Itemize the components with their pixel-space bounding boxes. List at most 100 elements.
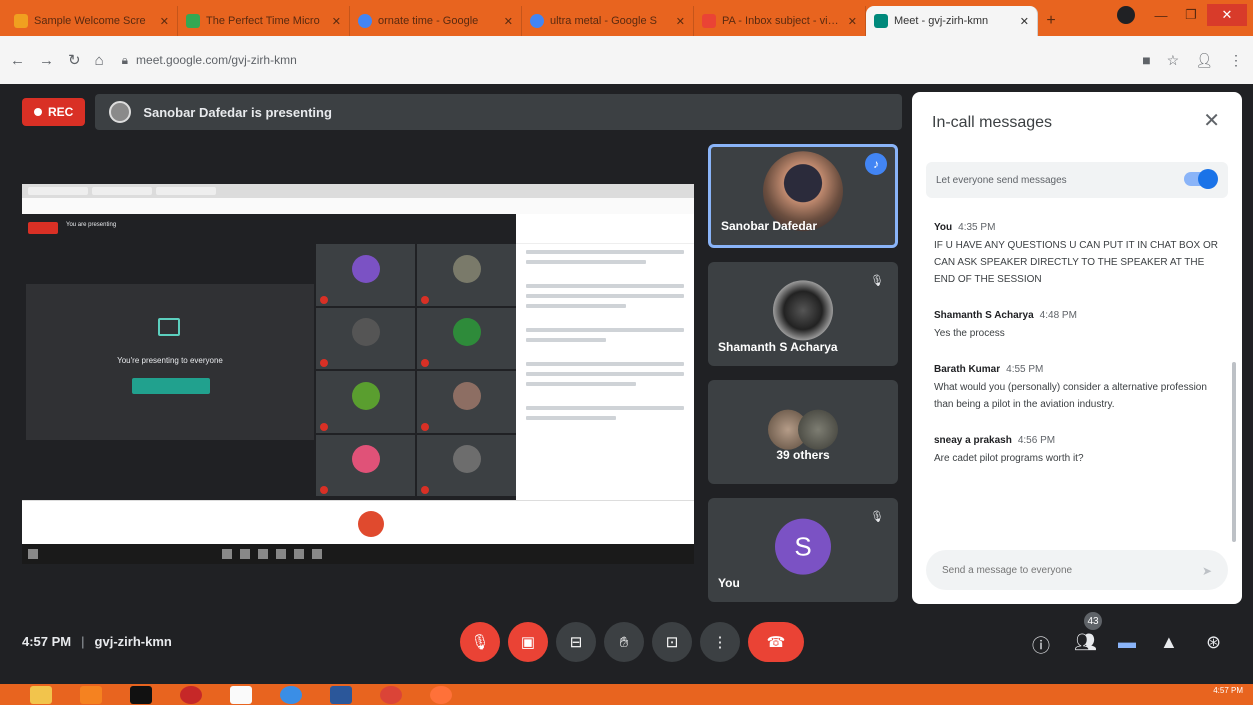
captions-button[interactable]: ⊟ [556,622,596,662]
tab-close-icon[interactable]: ✕ [848,15,857,28]
system-clock: 4:57 PM [1213,686,1243,695]
browser-tab[interactable]: ornate time - Google ✕ [350,6,522,36]
shared-tab-bar [22,184,694,198]
shared-rec-badge [28,222,58,234]
message-time: 4:55 PM [1006,364,1044,375]
browser-tab[interactable]: The Perfect Time Micro ✕ [178,6,350,36]
shared-screen: You are presenting You're presenting to … [22,184,694,564]
participant-tile[interactable]: 🎙︎ Shamanth S Acharya [708,262,898,366]
host-controls-icon[interactable]: ⊛ [1206,632,1221,653]
close-icon[interactable]: ✕ [1203,108,1220,133]
app-red-icon[interactable] [180,685,202,704]
chat-panel: In-call messages ✕ Let everyone send mes… [912,92,1242,604]
restore-button[interactable]: ❐ [1177,4,1205,26]
browser-tab[interactable]: Sample Welcome Scre ✕ [6,6,178,36]
message-header: You 4:35 PM [934,222,1224,233]
window-close-button[interactable]: ✕ [1207,4,1247,26]
tab-close-icon[interactable]: ✕ [332,15,341,28]
self-tile[interactable]: S 🎙︎ You [708,498,898,602]
chat-scrollbar[interactable] [1232,362,1236,542]
message-text: Are cadet pilot programs worth it? [934,453,1084,464]
new-tab-button[interactable]: + [1038,6,1064,36]
camera-toggle-button[interactable]: ▣ [508,622,548,662]
participant-name: Shamanth S Acharya [718,340,838,354]
tab-close-icon[interactable]: ✕ [160,15,169,28]
more-options-button[interactable]: ⋮ [700,622,740,662]
home-icon[interactable]: ⌂ [95,52,104,69]
tab-favicon-icon [186,14,200,28]
shared-tile [417,434,516,496]
recording-badge[interactable]: REC [22,98,86,126]
meeting-info: 4:57 PM | gvj-zirh-kmn [22,634,172,649]
profile-icon[interactable] [1117,6,1135,24]
raise-hand-button[interactable]: ✋︎ [604,622,644,662]
firefox-icon[interactable] [430,685,452,704]
speaking-indicator-icon: ♪ [865,153,887,175]
message-sender: You [934,222,953,233]
present-screen-icon [158,318,180,336]
notepad-icon[interactable] [230,685,252,704]
message-sender: Shamanth S Acharya [934,310,1034,321]
people-icon[interactable]: 👥︎ [1074,632,1097,653]
message-header: Shamanth S Acharya 4:48 PM [934,310,1224,321]
browser-tab[interactable]: ultra metal - Google S ✕ [522,6,694,36]
send-icon[interactable]: ➤ [1202,564,1216,578]
tab-title: Sample Welcome Scre [34,15,146,27]
internet-explorer-icon[interactable] [280,685,302,704]
browser-tab[interactable]: PA - Inbox subject - vineeth ✕ [694,6,866,36]
present-button[interactable]: ⊡ [652,622,692,662]
others-count: 39 others [776,448,830,462]
tab-close-icon[interactable]: ✕ [676,15,685,28]
shared-participant-grid [316,244,516,496]
activities-icon[interactable]: ▲ [1160,632,1178,653]
tab-favicon-icon [358,14,372,28]
menu-kebab-icon[interactable]: ⋮ [1229,52,1243,69]
chat-message-input[interactable] [926,550,1228,590]
account-icon[interactable]: 👤︎ [1195,52,1213,69]
app-a-icon[interactable] [130,685,152,704]
file-explorer-icon[interactable] [30,685,52,704]
message-text: Yes the process [934,328,1005,339]
stop-presenting-button [132,378,210,394]
message-header: sneay a prakash 4:56 PM [934,435,1224,446]
chat-icon[interactable]: ▬ [1118,632,1136,653]
forward-icon[interactable]: → [39,52,54,69]
vlc-icon[interactable] [80,685,102,704]
presenting-banner: Sanobar Dafedar is presenting [95,94,902,130]
minimize-button[interactable]: — [1147,4,1175,26]
camera-indicator-icon[interactable]: ■ [1142,52,1150,69]
presenter-avatar [109,101,132,123]
tab-favicon-icon [530,14,544,28]
participant-tile[interactable]: ♪ Sanobar Dafedar [708,144,898,248]
address-bar[interactable]: 🔒︎ meet.google.com/gvj-zirh-kmn [118,47,1129,73]
tab-favicon-icon [14,14,28,28]
shared-tile [316,307,415,369]
bookmark-star-icon[interactable]: ☆ [1167,52,1180,69]
mic-toggle-button[interactable]: 🎙︎ [460,622,500,662]
tab-title: The Perfect Time Micro [206,15,320,27]
others-tile[interactable]: 39 others [708,380,898,484]
shared-chat-panel [516,214,694,500]
chat-message: Barath Kumar 4:55 PM What would you (pers… [934,364,1224,413]
tab-close-icon[interactable]: ✕ [504,15,513,28]
chat-message: Shamanth S Acharya 4:48 PM Yes the proces… [934,310,1224,342]
back-icon[interactable]: ← [10,52,25,69]
meeting-details-icon[interactable]: ⓘ [1032,632,1050,658]
participant-photo [798,409,839,450]
shared-tile [417,307,516,369]
mic-off-icon: 🎙︎ [870,275,884,287]
message-sender: Barath Kumar [934,364,1001,375]
participant-photo [773,280,833,341]
browser-tab-active[interactable]: Meet - gvj-zirh-kmn ✕ [866,6,1038,36]
shared-meet-view: You are presenting You're presenting to … [22,214,694,500]
shared-tile [417,371,516,433]
word-icon[interactable] [330,685,352,704]
leave-call-button[interactable]: ☎︎ [748,622,804,662]
chrome-icon[interactable] [380,685,402,704]
reload-icon[interactable]: ↻ [68,51,81,69]
message-text: IF U HAVE ANY QUESTIONS U CAN PUT IT IN … [934,240,1218,285]
shared-presenting-box: You're presenting to everyone [26,284,314,440]
chat-permission-toggle[interactable] [1184,169,1218,189]
shared-address-bar [22,198,694,214]
tab-close-icon[interactable]: ✕ [1020,15,1029,28]
